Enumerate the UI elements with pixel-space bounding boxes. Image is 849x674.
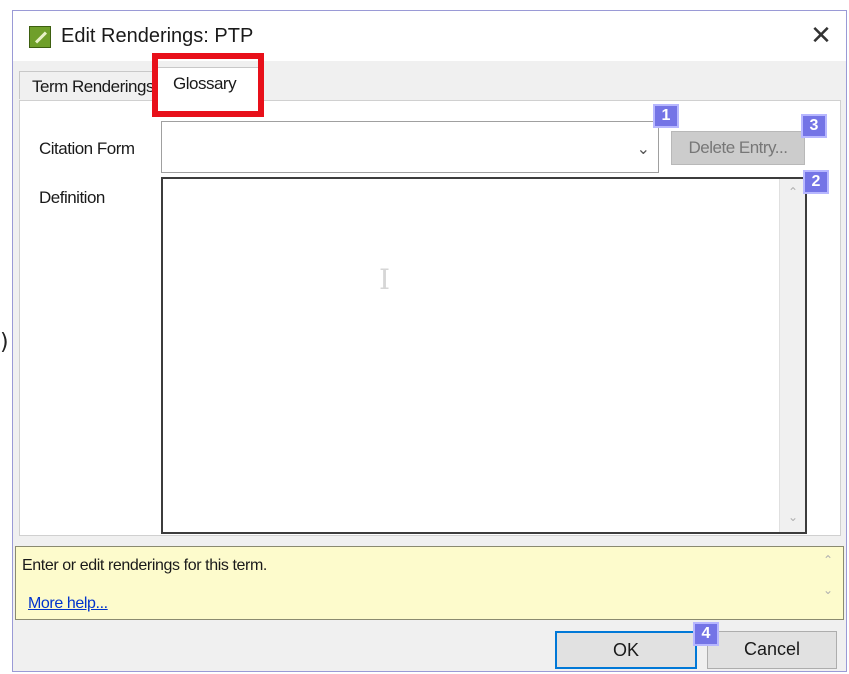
citation-form-label: Citation Form	[39, 139, 135, 158]
callout-badge-1: 1	[653, 104, 679, 128]
more-help-link[interactable]: More help...	[28, 595, 108, 613]
cancel-button[interactable]: Cancel	[707, 631, 837, 669]
tab-term-renderings[interactable]: Term Renderings	[19, 71, 155, 99]
citation-form-combobox[interactable]: ⌄	[161, 121, 659, 173]
help-panel: Enter or edit renderings for this term. …	[15, 546, 844, 620]
ok-button[interactable]: OK	[555, 631, 697, 669]
help-scroll-down-icon[interactable]: ⌄	[817, 583, 839, 597]
app-leaf-icon	[29, 26, 51, 48]
help-scroll-up-icon[interactable]: ⌃	[817, 553, 839, 567]
definition-label: Definition	[39, 188, 105, 207]
tab-glossary[interactable]: Glossary	[155, 67, 263, 101]
chevron-down-icon[interactable]: ⌄	[637, 139, 650, 158]
close-icon[interactable]: ✕	[804, 19, 838, 53]
i-beam-cursor-icon: I	[379, 263, 391, 296]
help-scrollbar[interactable]: ⌃ ⌄	[817, 553, 839, 613]
callout-badge-3: 3	[801, 114, 827, 138]
definition-textarea[interactable]: ⌃ ⌄	[161, 177, 807, 534]
title-bar: Edit Renderings: PTP ✕	[13, 11, 846, 61]
window-title: Edit Renderings: PTP	[61, 25, 254, 47]
definition-scrollbar[interactable]: ⌃ ⌄	[779, 179, 805, 532]
screenshot-stage: ) Edit Renderings: PTP ✕ Term Renderings…	[0, 0, 849, 674]
edit-renderings-dialog: Edit Renderings: PTP ✕ Term Renderings G…	[12, 10, 847, 672]
callout-badge-2: 2	[803, 170, 829, 194]
callout-badge-4: 4	[693, 622, 719, 646]
help-text: Enter or edit renderings for this term.	[22, 557, 267, 574]
scroll-down-arrow-icon[interactable]: ⌄	[780, 510, 806, 524]
partial-glyph: )	[0, 330, 9, 355]
delete-entry-button[interactable]: Delete Entry...	[671, 131, 805, 165]
